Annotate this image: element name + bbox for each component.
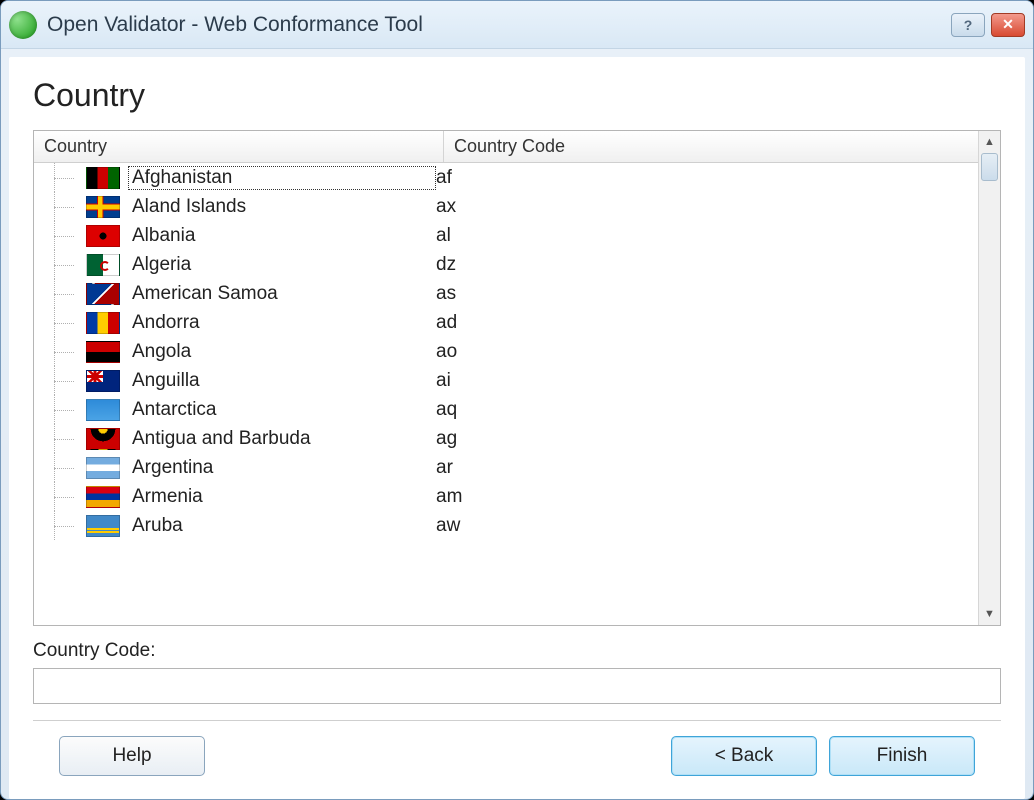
column-header-code[interactable]: Country Code — [444, 131, 978, 162]
titlebar: Open Validator - Web Conformance Tool ? … — [1, 1, 1033, 49]
country-code: ag — [436, 428, 978, 450]
flag-icon — [86, 283, 120, 305]
country-name: Angola — [128, 340, 436, 364]
page-heading: Country — [33, 77, 1001, 114]
country-name: Algeria — [128, 253, 436, 277]
country-name: Aland Islands — [128, 195, 436, 219]
dialog-window: Open Validator - Web Conformance Tool ? … — [0, 0, 1034, 800]
scrollbar[interactable]: ▲ ▼ — [978, 131, 1000, 625]
country-code: am — [436, 486, 978, 508]
table-row[interactable]: American Samoaas — [34, 279, 978, 308]
country-name: Aruba — [128, 514, 436, 538]
content-area: Country Country Country Code Afghanistan… — [9, 57, 1025, 799]
table-row[interactable]: Algeriadz — [34, 250, 978, 279]
country-code: ax — [436, 196, 978, 218]
country-code: ad — [436, 312, 978, 334]
country-name: Albania — [128, 224, 436, 248]
country-code-input[interactable] — [33, 668, 1001, 704]
table-row[interactable]: Armeniaam — [34, 482, 978, 511]
country-table: Country Country Code AfghanistanafAland … — [33, 130, 1001, 626]
country-name: Argentina — [128, 456, 436, 480]
help-titlebar-button[interactable]: ? — [951, 13, 985, 37]
flag-icon — [86, 515, 120, 537]
flag-icon — [86, 225, 120, 247]
table-row[interactable]: Andorraad — [34, 308, 978, 337]
help-button[interactable]: Help — [59, 736, 205, 776]
table-area: Country Country Code AfghanistanafAland … — [34, 131, 978, 625]
country-name: Afghanistan — [128, 166, 436, 190]
country-code: ai — [436, 370, 978, 392]
scroll-down-icon[interactable]: ▼ — [979, 603, 1000, 625]
flag-icon — [86, 167, 120, 189]
flag-icon — [86, 370, 120, 392]
flag-icon — [86, 341, 120, 363]
scroll-thumb[interactable] — [981, 153, 998, 181]
table-row[interactable]: Albaniaal — [34, 221, 978, 250]
table-row[interactable]: Argentinaar — [34, 453, 978, 482]
flag-icon — [86, 486, 120, 508]
table-row[interactable]: Afghanistanaf — [34, 163, 978, 192]
country-code: al — [436, 225, 978, 247]
country-code: ar — [436, 457, 978, 479]
table-row[interactable]: Arubaaw — [34, 511, 978, 540]
column-header-country[interactable]: Country — [34, 131, 444, 162]
flag-icon — [86, 457, 120, 479]
flag-icon — [86, 428, 120, 450]
table-row[interactable]: Angolaao — [34, 337, 978, 366]
finish-button[interactable]: Finish — [829, 736, 975, 776]
country-name: Anguilla — [128, 369, 436, 393]
country-name: American Samoa — [128, 282, 436, 306]
table-header: Country Country Code — [34, 131, 978, 163]
country-name: Antarctica — [128, 398, 436, 422]
footer-buttons: Help < Back Finish — [33, 721, 1001, 791]
scroll-track[interactable] — [979, 153, 1000, 603]
scroll-up-icon[interactable]: ▲ — [979, 131, 1000, 153]
country-code: dz — [436, 254, 978, 276]
flag-icon — [86, 399, 120, 421]
close-button[interactable]: ✕ — [991, 13, 1025, 37]
table-row[interactable]: Aland Islandsax — [34, 192, 978, 221]
table-row[interactable]: Antigua and Barbudaag — [34, 424, 978, 453]
country-code: aw — [436, 515, 978, 537]
country-name: Andorra — [128, 311, 436, 335]
flag-icon — [86, 196, 120, 218]
window-title: Open Validator - Web Conformance Tool — [47, 13, 951, 37]
country-name: Antigua and Barbuda — [128, 427, 436, 451]
flag-icon — [86, 254, 120, 276]
country-code: ao — [436, 341, 978, 363]
table-row[interactable]: Anguillaai — [34, 366, 978, 395]
country-name: Armenia — [128, 485, 436, 509]
table-row[interactable]: Antarcticaaq — [34, 395, 978, 424]
country-code: aq — [436, 399, 978, 421]
country-code-label: Country Code: — [33, 640, 1001, 662]
app-icon — [9, 11, 37, 39]
country-code: af — [436, 167, 978, 189]
country-code: as — [436, 283, 978, 305]
back-button[interactable]: < Back — [671, 736, 817, 776]
flag-icon — [86, 312, 120, 334]
table-body: AfghanistanafAland IslandsaxAlbaniaalAlg… — [34, 163, 978, 625]
titlebar-buttons: ? ✕ — [951, 13, 1025, 37]
